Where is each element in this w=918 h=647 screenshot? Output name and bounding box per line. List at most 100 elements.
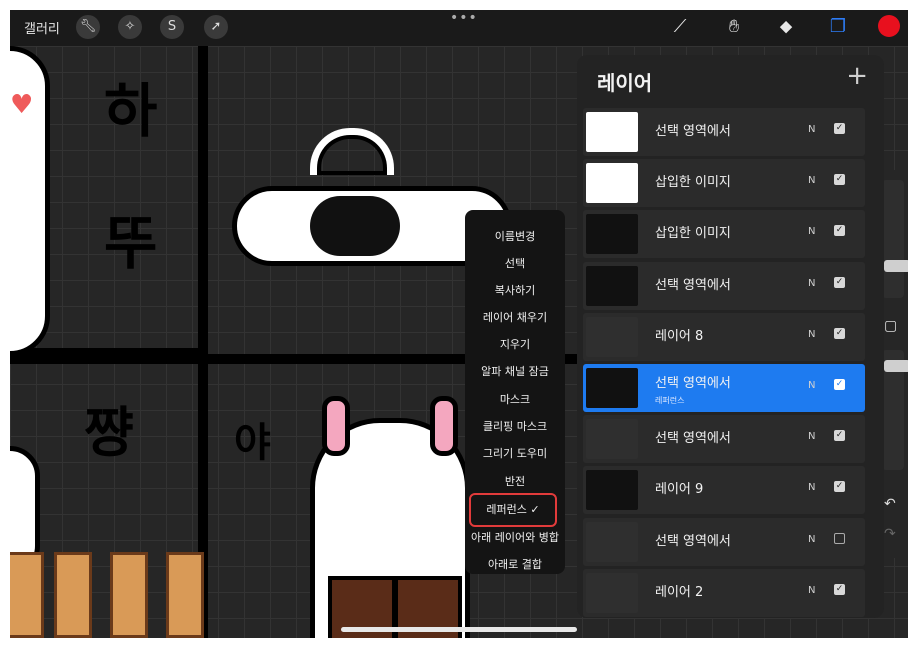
visibility-checkbox[interactable]: ✓ xyxy=(834,276,845,288)
layer-row[interactable]: 레이어 2 N ✓ xyxy=(583,568,865,617)
panel-title: 레이어 xyxy=(597,71,653,95)
magic-wand-icon[interactable]: ✧ xyxy=(118,15,142,39)
wrench-icon[interactable]: 🔧︎ xyxy=(76,15,100,39)
heart-drawing: ♥ xyxy=(10,90,34,120)
llama-fur-patch xyxy=(310,196,400,256)
blend-mode-button[interactable]: N xyxy=(808,226,815,237)
visibility-checkbox[interactable]: ✓ xyxy=(834,481,845,493)
layer-name: 선택 영역에서 xyxy=(655,277,731,293)
fence-drawing xyxy=(166,552,204,638)
smudge-icon[interactable]: ✋︎ xyxy=(720,14,748,40)
context-menu-item[interactable]: 알파 채널 잠금 xyxy=(465,358,565,385)
layer-row[interactable]: 레이어 9 N ✓ xyxy=(583,466,865,515)
canvas-divider xyxy=(10,348,200,354)
layer-name: 선택 영역에서 xyxy=(655,376,731,391)
canvas-text: 하 xyxy=(104,77,158,145)
visibility-checkbox[interactable]: ✓ xyxy=(834,430,845,442)
context-menu-item[interactable]: 복사하기 xyxy=(465,277,565,304)
canvas-divider xyxy=(198,46,208,638)
fence-drawing xyxy=(54,552,92,638)
layer-thumbnail xyxy=(586,163,638,204)
context-menu-item[interactable]: 선택 xyxy=(465,250,565,277)
layer-thumbnail xyxy=(586,112,638,152)
layer-row[interactable]: 삽입한 이미지 N ✓ xyxy=(583,210,865,259)
blend-mode-button[interactable]: N xyxy=(808,278,815,289)
fence-drawing xyxy=(110,552,148,638)
blend-mode-button[interactable]: N xyxy=(808,431,815,442)
visibility-checkbox[interactable] xyxy=(834,532,845,544)
layer-name: 삽입한 이미지 xyxy=(655,226,731,242)
context-menu-item[interactable]: 아래 레이어와 병합 xyxy=(465,524,565,551)
blend-mode-button[interactable]: N xyxy=(808,329,815,340)
fence-drawing xyxy=(10,552,44,638)
layer-row[interactable]: 삽입한 이미지 N ✓ xyxy=(583,159,865,208)
brush-size-slider[interactable] xyxy=(882,180,908,298)
layer-reference-label: 레퍼런스 xyxy=(655,396,685,405)
layer-thumbnail xyxy=(586,368,638,408)
layer-thumbnail xyxy=(586,572,638,613)
blend-mode-button[interactable]: N xyxy=(808,175,815,186)
context-menu-item[interactable]: 지우기 xyxy=(465,331,565,358)
gallery-button[interactable]: 갤러리 xyxy=(24,18,60,37)
transform-arrow-icon[interactable]: ➚ xyxy=(204,15,228,39)
blend-mode-button[interactable]: N xyxy=(808,482,815,493)
visibility-checkbox[interactable]: ✓ xyxy=(834,327,845,339)
layers-icon[interactable]: ❐ xyxy=(824,14,852,40)
context-menu-item[interactable]: 그리기 도우미 xyxy=(465,440,565,467)
llama-ear xyxy=(322,396,350,456)
visibility-checkbox[interactable]: ✓ xyxy=(834,379,845,390)
context-menu-item[interactable]: 클리핑 마스크 xyxy=(465,413,565,440)
redo-icon[interactable]: ↷ xyxy=(884,526,896,542)
canvas-text: 뚜 xyxy=(104,209,158,277)
context-menu-item[interactable]: 아래로 결합 xyxy=(465,551,565,578)
blend-mode-button[interactable]: N xyxy=(808,124,815,135)
layer-row[interactable]: 선택 영역에서 N ✓ xyxy=(583,108,865,156)
context-menu-item[interactable]: 레이어 채우기 xyxy=(465,304,565,331)
context-menu-item[interactable]: 레퍼런스 ✓ xyxy=(469,493,557,527)
opacity-knob[interactable] xyxy=(884,360,908,372)
context-menu-item[interactable]: 반전 xyxy=(465,468,565,495)
visibility-checkbox[interactable]: ✓ xyxy=(834,225,845,237)
visibility-checkbox[interactable]: ✓ xyxy=(834,583,845,595)
color-picker-button[interactable] xyxy=(878,15,900,37)
layer-name: 삽입한 이미지 xyxy=(655,175,731,191)
layer-row[interactable]: 선택 영역에서 N xyxy=(583,517,865,566)
layer-row[interactable]: 레이어 8 N ✓ xyxy=(583,312,865,361)
layer-row[interactable]: 선택 영역에서 N ✓ xyxy=(583,261,865,310)
layer-thumbnail xyxy=(586,470,638,511)
layer-name: 선택 영역에서 xyxy=(655,431,731,447)
blend-mode-button[interactable]: N xyxy=(808,380,815,391)
brush-icon[interactable]: ⟋ xyxy=(666,14,694,40)
layer-name: 선택 영역에서 xyxy=(655,124,731,139)
layer-thumbnail xyxy=(586,316,638,357)
context-menu-item[interactable]: 이름변경 xyxy=(465,223,565,250)
procreate-screen: ♥ 하 뚜 쨩 야 갤러리 🔧︎ ✧ S ➚ ••• ⟋ ✋︎ ⬥ ❐ ▢ ↶ … xyxy=(10,10,908,638)
home-indicator xyxy=(341,627,577,632)
layer-name: 레이어 2 xyxy=(655,584,704,600)
square-icon[interactable]: ▢ xyxy=(884,318,897,334)
visibility-checkbox[interactable]: ✓ xyxy=(834,123,845,134)
layer-name: 선택 영역에서 xyxy=(655,533,731,549)
layer-thumbnail xyxy=(586,214,638,255)
undo-icon[interactable]: ↶ xyxy=(884,496,896,512)
layer-thumbnail xyxy=(586,521,638,562)
toolbar: 갤러리 🔧︎ ✧ S ➚ ••• ⟋ ✋︎ ⬥ ❐ xyxy=(10,10,908,46)
layer-row[interactable]: 선택 영역에서레퍼런스 N ✓ xyxy=(583,364,865,412)
opacity-slider[interactable] xyxy=(882,350,908,470)
eraser-icon[interactable]: ⬥ xyxy=(772,14,800,40)
context-menu-item[interactable]: 마스크 xyxy=(465,386,565,413)
selection-icon[interactable]: S xyxy=(160,15,184,39)
blend-mode-button[interactable]: N xyxy=(808,534,815,545)
llama-ear xyxy=(430,396,458,456)
more-options-icon[interactable]: ••• xyxy=(450,10,478,26)
blend-mode-button[interactable]: N xyxy=(808,585,815,596)
layer-name: 레이어 9 xyxy=(655,482,704,498)
visibility-checkbox[interactable]: ✓ xyxy=(834,174,845,186)
llama-ear xyxy=(310,128,394,175)
layer-name: 레이어 8 xyxy=(655,328,704,344)
brush-size-knob[interactable] xyxy=(884,260,908,272)
layers-panel: 레이어 + 선택 영역에서 N ✓ 삽입한 이미지 N ✓ 삽입한 이미지 N ✓ 선택 영역에서… xyxy=(577,55,884,618)
canvas-text: 야 xyxy=(234,420,271,466)
layer-row[interactable]: 선택 영역에서 N ✓ xyxy=(583,415,865,464)
add-layer-icon[interactable]: + xyxy=(846,61,868,91)
